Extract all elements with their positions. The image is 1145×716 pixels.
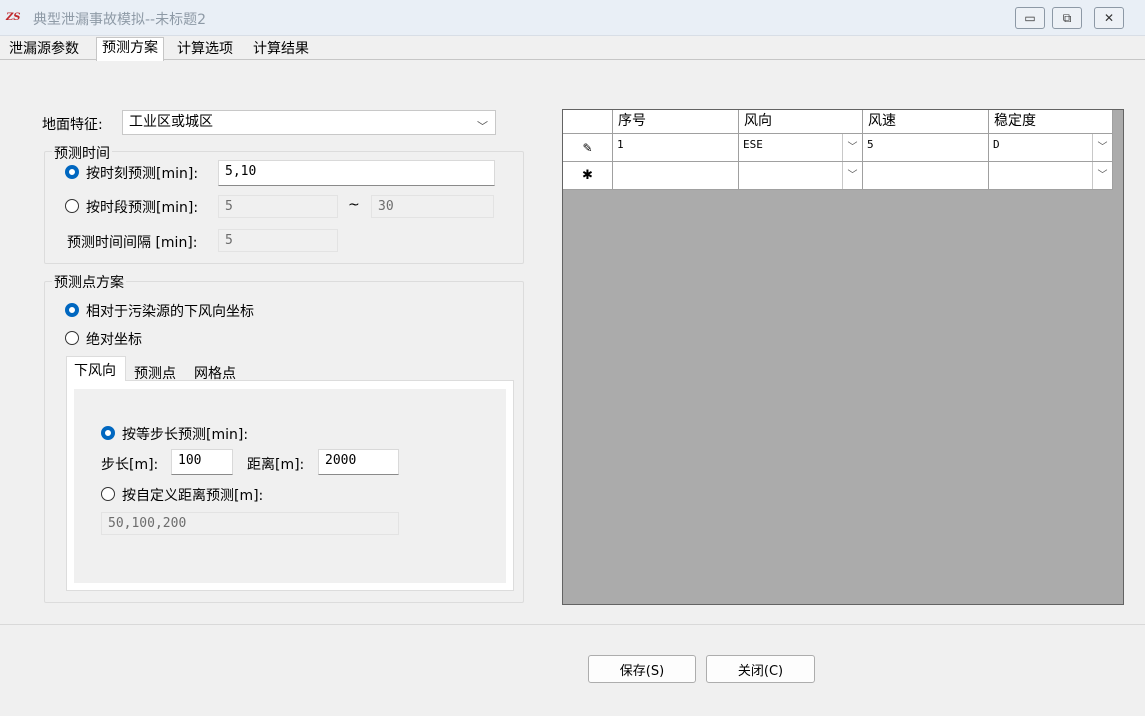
by-period-label: 按时段预测[min]: (86, 200, 199, 216)
grid-header-stability[interactable]: 稳定度 (989, 110, 1113, 134)
close-button[interactable]: 关闭(C) (706, 655, 815, 683)
new-row-cell-speed[interactable] (863, 162, 989, 190)
save-button[interactable]: 保存(S) (588, 655, 696, 683)
period-start-input[interactable]: 5 (218, 195, 338, 218)
restore-icon: ⧉ (1062, 10, 1072, 25)
grid-cell-direction-value: ESE (743, 138, 763, 151)
relative-coords-radio[interactable] (65, 303, 79, 317)
distance-input[interactable]: 2000 (318, 449, 399, 475)
interval-label: 预测时间间隔 [min]: (67, 235, 198, 251)
ground-value: 工业区或城区 (129, 114, 213, 130)
tilde-separator: ~ (348, 197, 360, 213)
tab-calc-results[interactable]: 计算结果 (248, 39, 314, 60)
grid-header-no[interactable]: 序号 (613, 110, 739, 134)
title-bar: ZS 典型泄漏事故模拟--未标题2 ▭ ⧉ ✕ (0, 0, 1145, 36)
grid-cell-stability[interactable]: D ﹀ (989, 134, 1113, 162)
by-moment-radio[interactable] (65, 165, 79, 179)
equal-step-radio[interactable] (101, 426, 115, 440)
grid-cell-no[interactable]: 1 (613, 134, 739, 162)
grid-cell-direction[interactable]: ESE ﹀ (739, 134, 863, 162)
tab-prediction-plan[interactable]: 预测方案 (96, 37, 164, 62)
by-period-radio[interactable] (65, 199, 79, 213)
new-row-marker-icon: ✱ (563, 162, 613, 190)
new-row-cell-no[interactable] (613, 162, 739, 190)
by-moment-input[interactable]: 5,10 (218, 160, 495, 186)
tab-leak-source[interactable]: 泄漏源参数 (4, 39, 84, 60)
ground-label: 地面特征: (42, 117, 103, 133)
minimize-button[interactable]: ▭ (1015, 7, 1045, 29)
grid-header-direction[interactable]: 风向 (739, 110, 863, 134)
main-tab-bar: 泄漏源参数 预测方案 计算选项 计算结果 (0, 36, 1145, 62)
new-row-cell-direction[interactable]: ﹀ (739, 162, 863, 190)
close-icon: ✕ (1103, 11, 1115, 25)
chevron-down-icon[interactable]: ﹀ (1092, 134, 1112, 161)
custom-distance-label: 按自定义距离预测[m]: (122, 488, 264, 504)
tab-calc-options[interactable]: 计算选项 (172, 39, 238, 60)
grid-cell-speed[interactable]: 5 (863, 134, 989, 162)
predict-time-group-label: 预测时间 (52, 143, 112, 163)
by-moment-label: 按时刻预测[min]: (86, 166, 199, 182)
predict-points-group-label: 预测点方案 (52, 272, 126, 292)
absolute-coords-label: 绝对坐标 (86, 332, 142, 348)
edit-row-marker-icon: ✎ (563, 134, 613, 162)
absolute-coords-radio[interactable] (65, 331, 79, 345)
chevron-down-icon[interactable]: ﹀ (1092, 162, 1112, 189)
footer-bar: 保存(S) 关闭(C) (0, 624, 1145, 716)
restore-button[interactable]: ⧉ (1052, 7, 1082, 29)
close-window-button[interactable]: ✕ (1094, 7, 1124, 29)
step-label: 步长[m]: (101, 457, 159, 473)
chevron-down-icon: ﹀ (477, 120, 488, 133)
chevron-down-icon[interactable]: ﹀ (842, 162, 862, 189)
minimize-icon: ▭ (1024, 11, 1036, 25)
interval-input[interactable]: 5 (218, 229, 338, 252)
step-input[interactable]: 100 (171, 449, 233, 475)
grid-corner (563, 110, 613, 134)
window-title: 典型泄漏事故模拟--未标题2 (33, 12, 207, 28)
ground-select[interactable]: 工业区或城区 ﹀ (122, 110, 496, 135)
custom-distance-radio[interactable] (101, 487, 115, 501)
wind-data-grid[interactable]: 序号 风向 风速 稳定度 ✎ 1 ESE ﹀ 5 D ﹀ ✱ ﹀ ﹀ (562, 109, 1124, 605)
subtab-downwind[interactable]: 下风向 (74, 360, 116, 380)
grid-cell-stability-value: D (993, 138, 1000, 151)
period-end-input[interactable]: 30 (371, 195, 494, 218)
subtab-grid-points[interactable]: 网格点 (194, 363, 236, 383)
distance-label: 距离[m]: (247, 457, 305, 473)
relative-coords-label: 相对于污染源的下风向坐标 (86, 304, 254, 320)
app-logo-icon: ZS (6, 12, 21, 23)
equal-step-label: 按等步长预测[min]: (122, 427, 249, 443)
subtab-predict-points[interactable]: 预测点 (134, 363, 176, 383)
custom-distance-input[interactable]: 50,100,200 (101, 512, 399, 535)
chevron-down-icon[interactable]: ﹀ (842, 134, 862, 161)
grid-header-speed[interactable]: 风速 (863, 110, 989, 134)
new-row-cell-stability[interactable]: ﹀ (989, 162, 1113, 190)
